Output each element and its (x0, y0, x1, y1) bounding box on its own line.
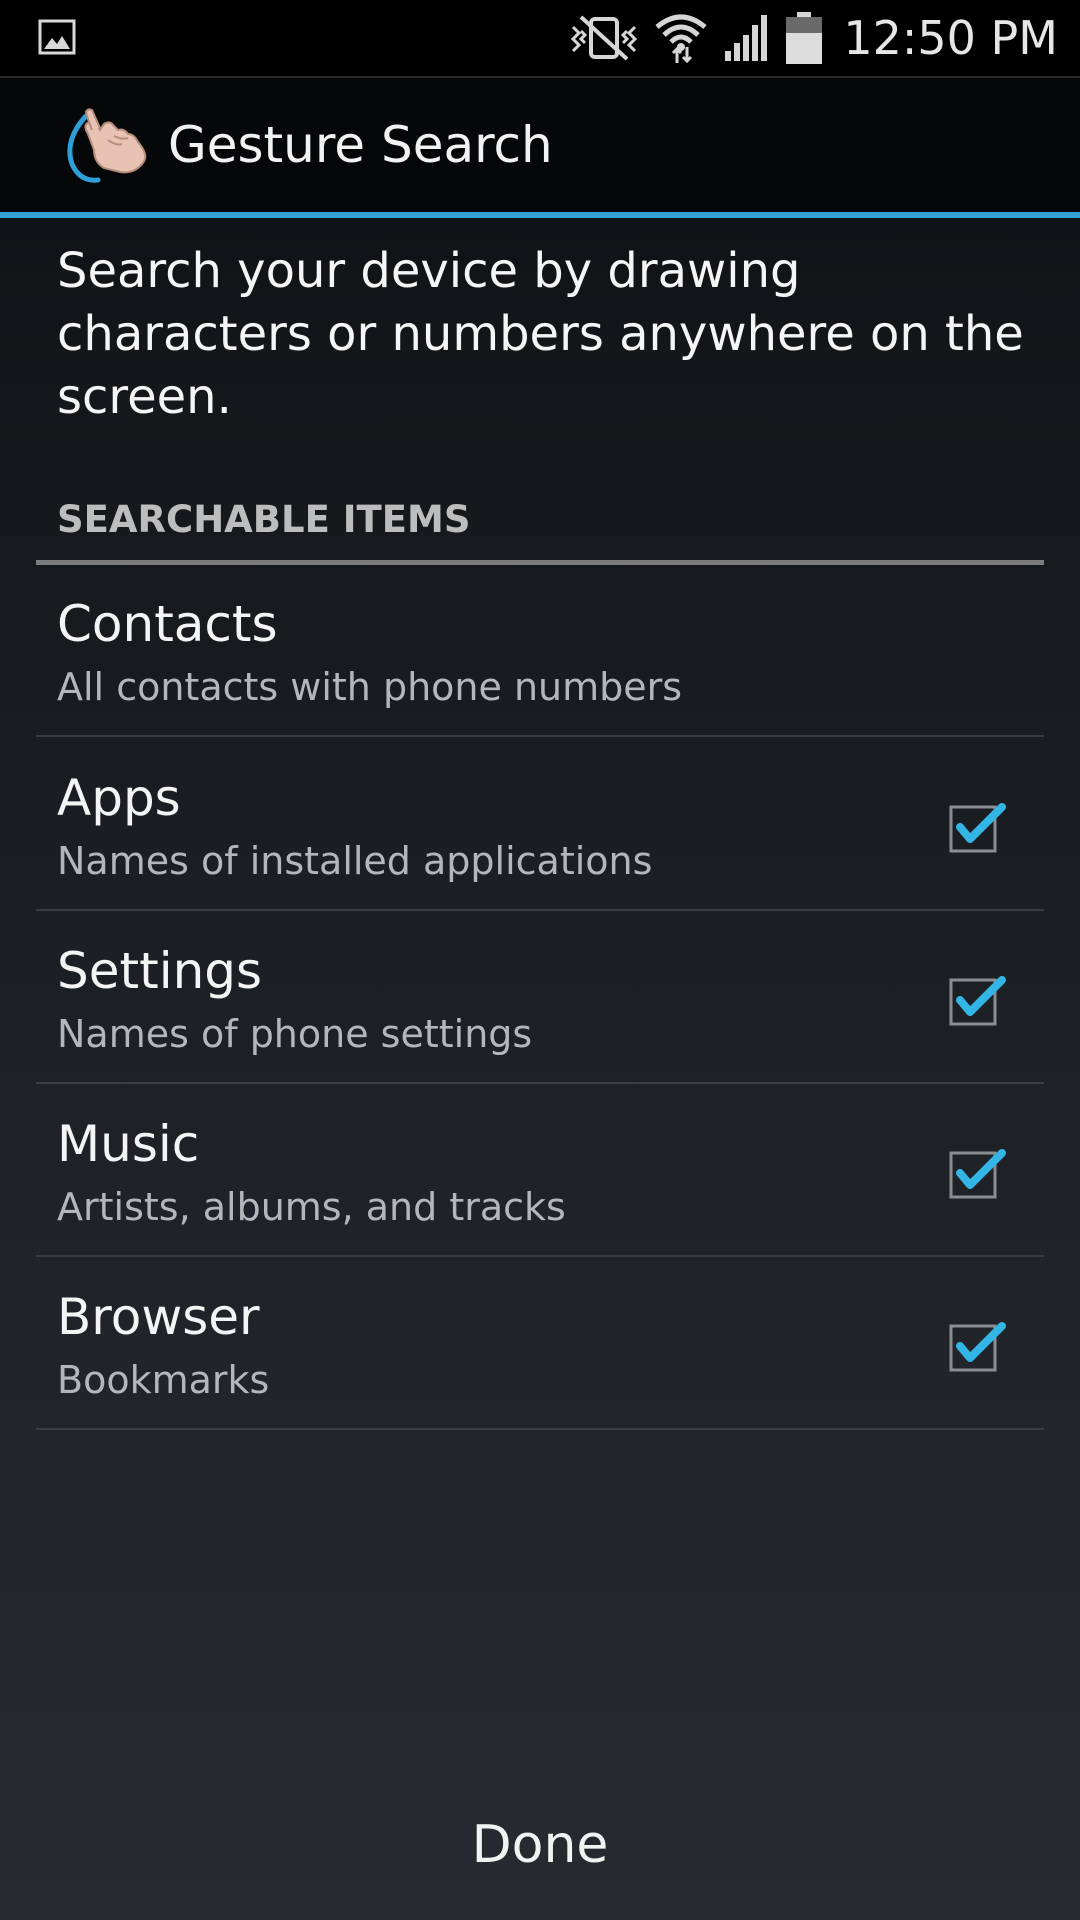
status-clock: 12:50 PM (843, 11, 1058, 65)
list-divider (36, 1428, 1044, 1430)
apps-checkbox[interactable] (948, 797, 1008, 857)
vibrate-mute-icon (571, 15, 638, 61)
list-item-music[interactable]: Music Artists, albums, and tracks (36, 1085, 1044, 1257)
list-item-browser[interactable]: Browser Bookmarks (36, 1258, 1044, 1430)
action-bar-accent-line (0, 212, 1080, 218)
list-divider (36, 1255, 1044, 1257)
gesture-hand-icon (67, 108, 147, 183)
list-item-title: Browser (57, 1288, 260, 1346)
done-button[interactable]: Done (0, 1770, 1080, 1920)
list-item-title: Apps (57, 769, 181, 827)
list-item-title: Settings (57, 942, 263, 1000)
list-item-subtitle: Names of phone settings (57, 1012, 533, 1056)
battery-icon (786, 12, 823, 64)
list-item-contacts[interactable]: Contacts All contacts with phone numbers (36, 565, 1044, 737)
status-bar: 12:50 PM (0, 0, 1080, 76)
list-item-subtitle: Bookmarks (57, 1358, 270, 1402)
list-item-title: Contacts (57, 595, 278, 653)
list-item-settings[interactable]: Settings Names of phone settings (36, 912, 1044, 1084)
description-text: Search your device by drawing characters… (57, 243, 1024, 425)
action-bar: Gesture Search (0, 78, 1080, 212)
browser-checkbox[interactable] (948, 1316, 1008, 1376)
list-item-subtitle: Names of installed applications (57, 839, 653, 883)
list-divider (36, 735, 1044, 737)
gesture-search-settings-screen: 12:50 PM Gesture Search Search your devi… (0, 0, 1080, 1920)
gallery-notification-icon (38, 19, 76, 55)
list-item-subtitle: All contacts with phone numbers (57, 665, 683, 709)
settings-checkbox[interactable] (948, 970, 1008, 1030)
wifi-icon (655, 14, 707, 64)
section-header: SEARCHABLE ITEMS (57, 498, 471, 541)
list-divider (36, 909, 1044, 911)
list-item-title: Music (57, 1115, 200, 1173)
cell-signal-icon (725, 15, 768, 61)
music-checkbox[interactable] (948, 1143, 1008, 1203)
list-item-subtitle: Artists, albums, and tracks (57, 1185, 566, 1229)
status-icons: 12:50 PM (569, 0, 1058, 76)
app-title: Gesture Search (168, 116, 553, 174)
list-divider (36, 1082, 1044, 1084)
list-item-apps[interactable]: Apps Names of installed applications (36, 739, 1044, 911)
